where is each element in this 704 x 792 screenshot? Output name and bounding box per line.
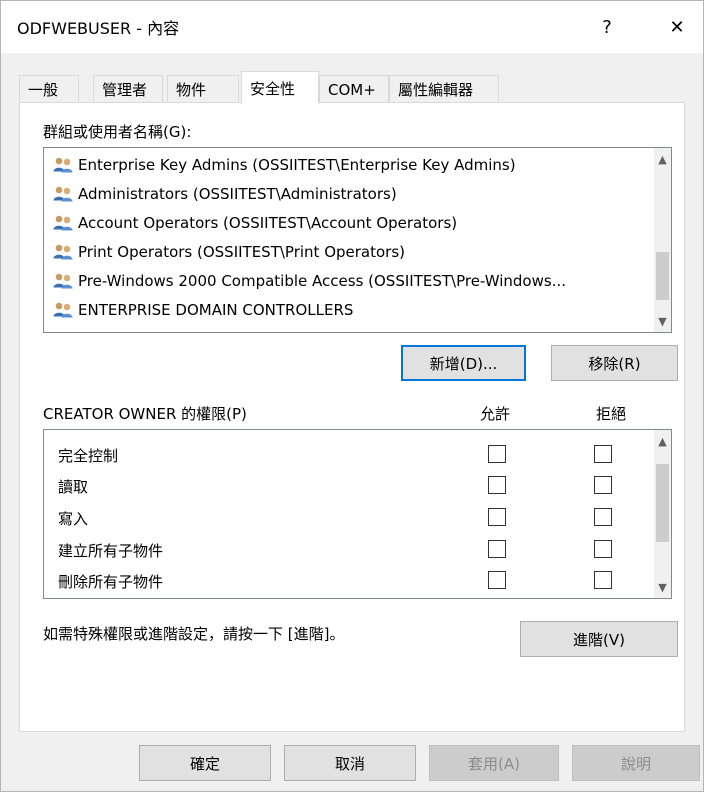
list-item-label: Account Operators (OSSIITEST\Account Ope… (78, 214, 458, 232)
add-button-label: 新增(D)... (429, 354, 498, 373)
permission-row: 寫入 (44, 503, 654, 533)
permissions-label: CREATOR OWNER 的權限(P) (43, 405, 247, 423)
help-button[interactable]: ? (587, 9, 627, 45)
allow-checkbox[interactable] (488, 540, 506, 558)
user-group-icon (52, 185, 74, 203)
permission-row: 建立所有子物件 (44, 535, 654, 565)
permission-row: 刪除所有子物件 (44, 566, 654, 596)
permission-name: 寫入 (58, 510, 89, 528)
list-item-label: ENTERPRISE DOMAIN CONTROLLERS (78, 301, 354, 319)
allow-checkbox[interactable] (488, 571, 506, 589)
advanced-button-label: 進階(V) (573, 630, 625, 649)
help-footer-button[interactable]: 說明 (572, 745, 700, 781)
deny-checkbox[interactable] (594, 508, 612, 526)
permissions-list: 完全控制 讀取 寫入 建立所有子物件 刪除所有子物件 ▲ ▼ (43, 429, 672, 599)
user-group-icon (52, 214, 74, 232)
ok-button[interactable]: 確定 (139, 745, 271, 781)
allow-checkbox[interactable] (488, 476, 506, 494)
close-icon: ✕ (669, 16, 685, 38)
tab-object[interactable]: 物件 (167, 75, 239, 103)
tab-label: COM+ (328, 80, 376, 99)
cancel-button-label: 取消 (334, 754, 365, 773)
group-list-scrollbar[interactable]: ▲ ▼ (654, 148, 671, 332)
scroll-thumb[interactable] (656, 464, 669, 542)
permission-row: 完全控制 (44, 440, 654, 470)
deny-header: 拒絕 (596, 405, 627, 423)
allow-checkbox[interactable] (488, 508, 506, 526)
tab-com-plus[interactable]: COM+ (319, 75, 389, 103)
list-item[interactable]: Pre-Windows 2000 Compatible Access (OSSI… (52, 268, 642, 294)
groups-label: 群組或使用者名稱(G): (43, 123, 192, 141)
group-user-list[interactable]: Enterprise Key Admins (OSSIITEST\Enterpr… (43, 147, 672, 333)
apply-button[interactable]: 套用(A) (429, 745, 559, 781)
tab-label: 管理者 (102, 81, 148, 99)
tab-label: 安全性 (250, 79, 296, 98)
permissions-scrollbar[interactable]: ▲ ▼ (654, 430, 671, 598)
tab-general[interactable]: 一般 (19, 75, 79, 103)
list-item-label: Enterprise Key Admins (OSSIITEST\Enterpr… (78, 156, 516, 174)
scroll-thumb[interactable] (656, 252, 669, 300)
user-group-icon (52, 301, 74, 319)
add-button[interactable]: 新增(D)... (401, 345, 526, 381)
permission-name: 建立所有子物件 (58, 542, 164, 560)
title-bar: ODFWEBUSER - 內容 ? ✕ (1, 1, 703, 53)
remove-button[interactable]: 移除(R) (551, 345, 678, 381)
user-group-icon (52, 272, 74, 290)
allow-header: 允許 (480, 405, 511, 423)
close-button[interactable]: ✕ (657, 9, 697, 45)
user-group-icon (52, 243, 74, 261)
deny-checkbox[interactable] (594, 445, 612, 463)
permission-name: 完全控制 (58, 447, 119, 465)
window-title: ODFWEBUSER - 內容 (17, 19, 180, 38)
list-item[interactable]: ENTERPRISE DOMAIN CONTROLLERS (52, 297, 642, 323)
tab-label: 一般 (28, 81, 59, 99)
scroll-up-arrow-icon[interactable]: ▲ (654, 150, 671, 168)
list-item-label: Administrators (OSSIITEST\Administrators… (78, 185, 397, 203)
user-group-icon (52, 156, 74, 174)
tab-managed-by[interactable]: 管理者 (93, 75, 163, 103)
security-panel: 群組或使用者名稱(G): Enterprise Key Admins (OSSI… (19, 102, 685, 732)
permission-name: 讀取 (58, 478, 89, 496)
apply-button-label: 套用(A) (468, 754, 520, 773)
permission-name: 刪除所有子物件 (58, 573, 164, 591)
scroll-down-arrow-icon[interactable]: ▼ (654, 312, 671, 330)
scroll-down-arrow-icon[interactable]: ▼ (654, 578, 671, 596)
deny-checkbox[interactable] (594, 571, 612, 589)
list-item[interactable]: Administrators (OSSIITEST\Administrators… (52, 181, 642, 207)
properties-dialog: ODFWEBUSER - 內容 ? ✕ 一般 管理者 物件 安全性 COM+ 屬… (0, 0, 704, 792)
list-item[interactable]: Enterprise Key Admins (OSSIITEST\Enterpr… (52, 152, 642, 178)
tab-attribute-editor[interactable]: 屬性編輯器 (389, 75, 499, 103)
permission-row: 讀取 (44, 471, 654, 501)
cancel-button[interactable]: 取消 (284, 745, 416, 781)
tab-security[interactable]: 安全性 (241, 71, 319, 104)
list-item[interactable]: Account Operators (OSSIITEST\Account Ope… (52, 210, 642, 236)
ok-button-label: 確定 (189, 754, 220, 773)
help-footer-button-label: 說明 (620, 754, 651, 773)
list-item-label: Pre-Windows 2000 Compatible Access (OSSI… (78, 272, 566, 290)
list-item-label: Print Operators (OSSIITEST\Print Operato… (78, 243, 406, 261)
scroll-up-arrow-icon[interactable]: ▲ (654, 432, 671, 450)
tab-label: 屬性編輯器 (398, 81, 474, 99)
deny-checkbox[interactable] (594, 476, 612, 494)
remove-button-label: 移除(R) (588, 354, 641, 373)
tab-label: 物件 (176, 81, 207, 99)
allow-checkbox[interactable] (488, 445, 506, 463)
advanced-hint: 如需特殊權限或進階設定，請按一下 [進階]。 (43, 625, 345, 643)
list-item[interactable]: Print Operators (OSSIITEST\Print Operato… (52, 239, 642, 265)
deny-checkbox[interactable] (594, 540, 612, 558)
help-icon: ? (602, 16, 612, 38)
advanced-button[interactable]: 進階(V) (520, 621, 678, 657)
